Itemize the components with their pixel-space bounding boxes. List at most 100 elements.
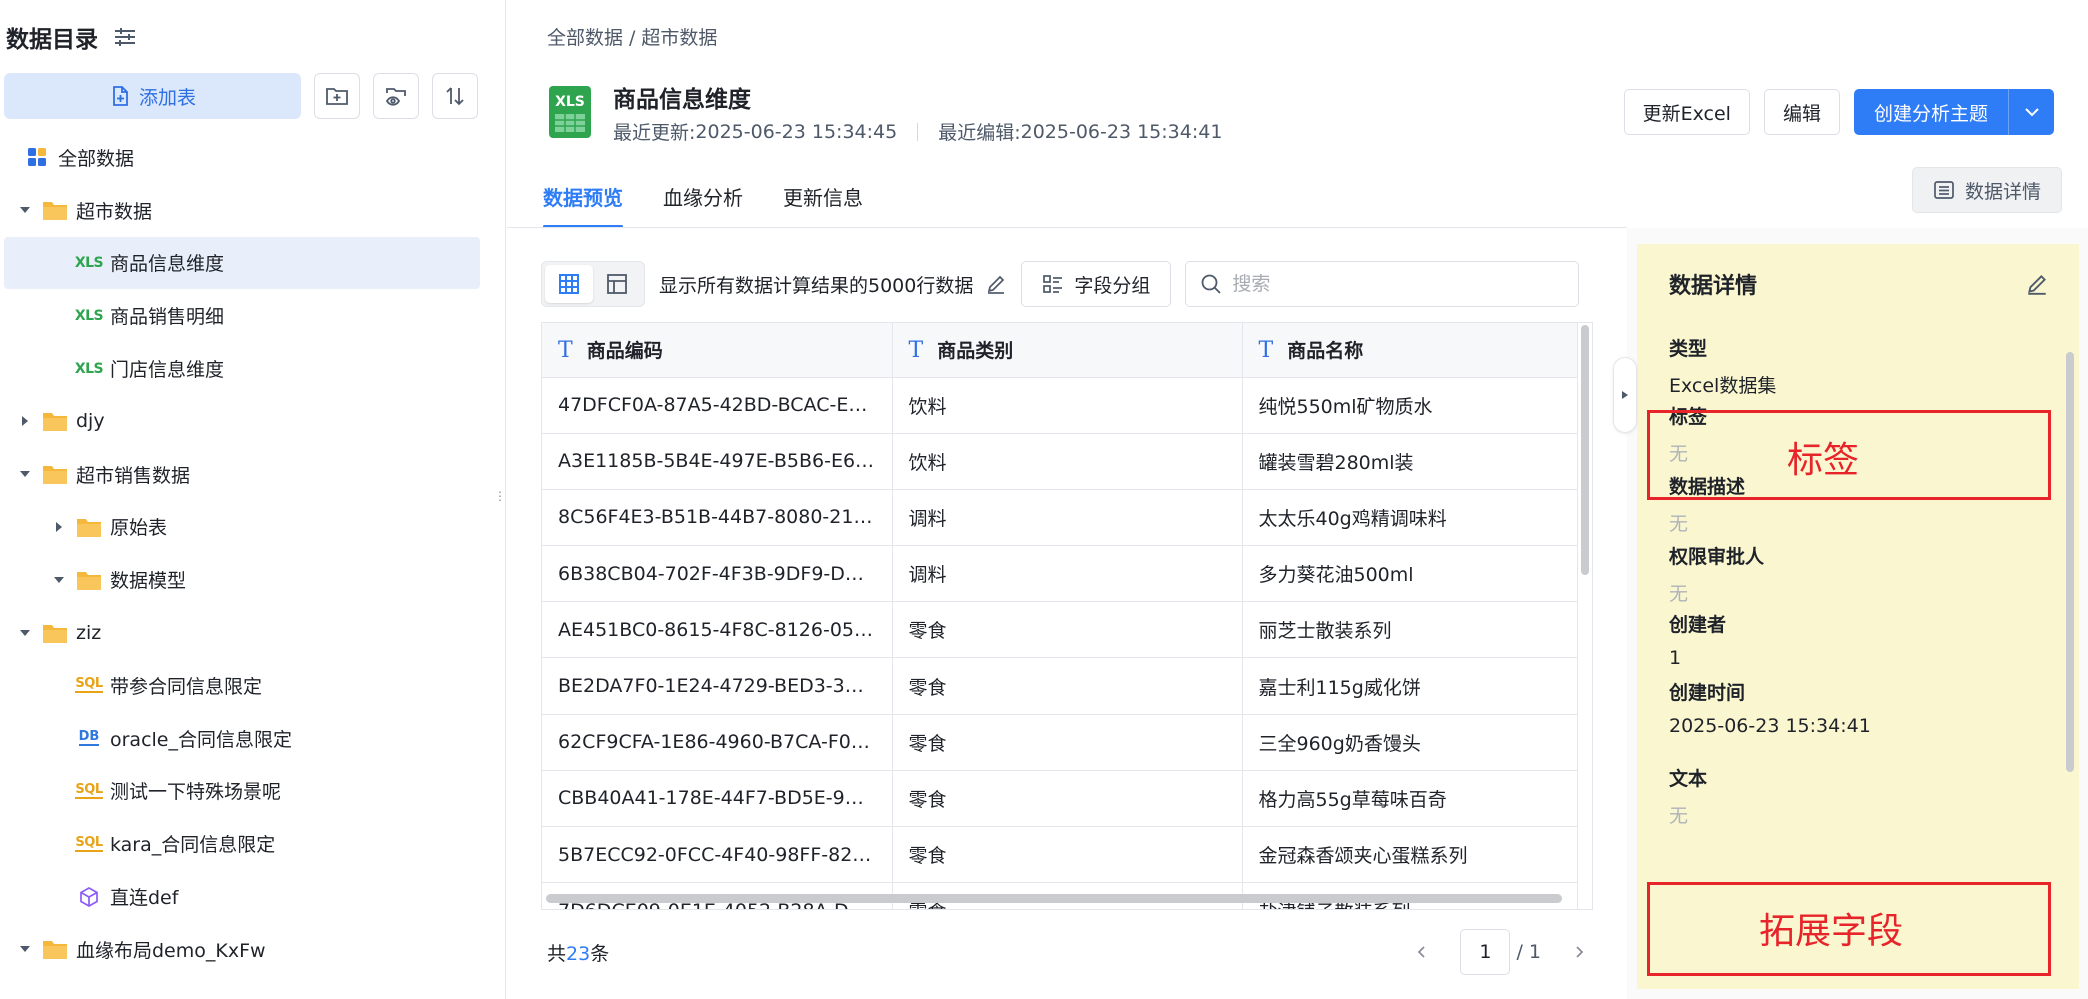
sort-button[interactable] — [432, 73, 478, 119]
sidebar-item-10[interactable]: SQL 带参合同信息限定 — [4, 659, 480, 712]
detail-title: 数据详情 — [1669, 274, 1758, 299]
sidebar-item-8[interactable]: 数据模型 — [4, 553, 480, 606]
table-cell: AE451BC0-8615-4F8C-8126-05E… — [542, 601, 893, 659]
next-page-button[interactable] — [1565, 938, 1593, 966]
add-table-label: 添加表 — [138, 86, 196, 109]
table-cell: 零食 — [892, 714, 1243, 771]
column-header-label: 商品编码 — [586, 340, 663, 363]
column-header-label: 商品类别 — [937, 340, 1014, 363]
list-detail-icon — [1934, 181, 1954, 199]
grid-view-button[interactable] — [545, 265, 593, 303]
caret-right-icon[interactable] — [52, 520, 66, 534]
sidebar-item-1[interactable]: 超市数据 — [4, 184, 480, 237]
caret-down-icon[interactable] — [18, 942, 32, 956]
caret-down-icon[interactable] — [18, 626, 32, 640]
edit-button[interactable]: 编辑 — [1763, 89, 1840, 135]
detail-collapse-handle[interactable] — [1613, 357, 1637, 433]
table-row[interactable]: BE2DA7F0-1E24-4729-BED3-3C… 零食 嘉士利115g威化饼 — [542, 657, 1578, 715]
column-header[interactable]: T 商品编码 — [542, 323, 893, 378]
column-header[interactable]: T 商品类别 — [892, 323, 1243, 378]
table-row[interactable]: AE451BC0-8615-4F8C-8126-05E… 零食 丽芝士散装系列 — [542, 601, 1578, 659]
sidebar-item-9[interactable]: ziz — [4, 606, 480, 659]
table-row[interactable]: 6B38CB04-702F-4F3B-9DF9-DD… 调料 多力葵花油500ml — [542, 545, 1578, 603]
caret-down-icon[interactable] — [52, 573, 66, 587]
sidebar-item-label: 测试一下特殊场景呢 — [110, 781, 282, 804]
search-icon — [1201, 274, 1222, 294]
sidebar-item-12[interactable]: SQL 测试一下特殊场景呢 — [4, 765, 480, 818]
prev-page-button[interactable] — [1408, 938, 1436, 966]
tab-0[interactable]: 数据预览 — [543, 176, 623, 228]
column-header[interactable]: T 商品名称 — [1242, 323, 1578, 378]
table-row[interactable]: 8C56F4E3-B51B-44B7-8080-21E… 调料 太太乐40g鸡精调味… — [542, 489, 1578, 547]
resize-handle[interactable]: ⋮ — [494, 490, 506, 511]
sidebar-item-label: ziz — [76, 621, 102, 644]
caret-down-icon[interactable] — [18, 203, 32, 217]
layout-view-button[interactable] — [593, 265, 641, 303]
detail-field-label: 创建者 — [1669, 614, 1727, 636]
update-excel-button[interactable]: 更新Excel — [1623, 89, 1750, 135]
sidebar-item-label: djy — [76, 410, 105, 433]
table-cell: 8C56F4E3-B51B-44B7-8080-21E… — [542, 489, 893, 547]
last-edit-value: 2025-06-23 15:34:41 — [1020, 120, 1223, 143]
field-group-button[interactable]: 字段分组 — [1021, 261, 1172, 307]
main-content: 全部数据 / 超市数据 XLS 商品信息维度 最近更新: 2025-06-23 15… — [507, 0, 2088, 999]
detail-panel-body: 数据详情 类型 Excel数据集 标签无数据描述无权限审批人无创建者 1 创建时间 202… — [1637, 244, 2079, 989]
sidebar-item-13[interactable]: SQL kara_合同信息限定 — [4, 817, 480, 870]
data-details-button[interactable]: 数据详情 — [1911, 167, 2062, 213]
filter-settings-icon[interactable] — [112, 24, 138, 50]
sidebar-item-6[interactable]: 超市销售数据 — [4, 448, 480, 501]
detail-scrollbar[interactable] — [2066, 352, 2074, 772]
sidebar-item-label: 数据模型 — [110, 570, 187, 593]
detail-panel: 数据详情 类型 Excel数据集 标签无数据描述无权限审批人无创建者 1 创建时间 202… — [1627, 228, 2088, 999]
sidebar-item-7[interactable]: 原始表 — [4, 501, 480, 554]
sidebar-item-11[interactable]: DB oracle_合同信息限定 — [4, 712, 480, 765]
tab-1[interactable]: 血缘分析 — [663, 176, 743, 228]
sidebar-item-3[interactable]: XLS 商品销售明细 — [4, 289, 480, 342]
table-row[interactable]: 47DFCF0A-87A5-42BD-BCAC-E… 饮料 纯悦550ml矿物质水 — [542, 377, 1578, 434]
search-input[interactable] — [1232, 273, 1553, 295]
table-vertical-scrollbar[interactable] — [1581, 325, 1589, 575]
field-group-icon — [1043, 275, 1063, 293]
table-row[interactable]: 62CF9CFA-1E86-4960-B7CA-F0… 零食 三全960g奶香馒头 — [542, 714, 1578, 771]
create-analysis-topic-button[interactable]: 创建分析主题 — [1853, 89, 2008, 135]
add-table-button[interactable]: 添加表 — [4, 73, 301, 119]
new-folder-button[interactable] — [314, 73, 360, 119]
create-topic-dropdown-button[interactable] — [2008, 89, 2054, 135]
table-cell: 饮料 — [892, 377, 1243, 434]
table-cell: 62CF9CFA-1E86-4960-B7CA-F0… — [542, 714, 893, 771]
detail-field-label: 文本 — [1669, 768, 1708, 790]
page-number-input[interactable]: 1 — [1460, 929, 1511, 975]
folder-icon — [42, 622, 68, 644]
tab-2[interactable]: 更新信息 — [783, 176, 863, 228]
sidebar-item-4[interactable]: XLS 门店信息维度 — [4, 342, 480, 395]
cube-icon — [76, 886, 102, 908]
dataset-meta: 最近更新: 2025-06-23 15:34:45 最近编辑: 2025-06-… — [613, 118, 1222, 145]
table-cell: A3E1185B-5B4E-497E-B5B6-E6… — [542, 433, 893, 490]
table-horizontal-scrollbar[interactable] — [546, 894, 1562, 903]
tab-underline — [507, 227, 1627, 228]
detail-edit-icon[interactable] — [2025, 272, 2049, 296]
view-permission-button[interactable] — [373, 73, 419, 119]
dataset-header: XLS 商品信息维度 最近更新: 2025-06-23 15:34:45 最近编… — [545, 80, 1222, 145]
breadcrumb-root[interactable]: 全部数据 — [547, 27, 623, 49]
tab-bar: 数据预览 血缘分析 更新信息 — [543, 176, 903, 228]
table-row[interactable]: A3E1185B-5B4E-497E-B5B6-E6… 饮料 罐装雪碧280ml装 — [542, 433, 1578, 490]
table-row[interactable]: 5B7ECC92-0FCC-4F40-98FF-82… 零食 金冠森香颂夹心蛋糕系列 — [542, 826, 1578, 884]
table-cell: 金冠森香颂夹心蛋糕系列 — [1242, 826, 1578, 884]
xls-file-icon: XLS — [549, 86, 591, 138]
table-cell: 嘉士利115g威化饼 — [1242, 657, 1578, 715]
sidebar-item-15[interactable]: 血缘布局demo_KxFw — [4, 923, 480, 976]
meta-divider — [917, 122, 919, 141]
sidebar-item-0[interactable]: 全部数据 — [4, 131, 480, 184]
sidebar-item-label: 血缘布局demo_KxFw — [76, 939, 266, 962]
breadcrumb-current[interactable]: 超市数据 — [641, 27, 717, 49]
detail-field: 创建时间 2025-06-23 15:34:41 — [1669, 678, 1871, 737]
caret-down-icon[interactable] — [18, 467, 32, 481]
sidebar-item-5[interactable]: djy — [4, 395, 480, 448]
sidebar-item-2[interactable]: XLS 商品信息维度 — [4, 236, 480, 290]
sidebar-item-14[interactable]: 直连def — [4, 870, 480, 923]
total-number: 23 — [566, 942, 591, 965]
table-row[interactable]: CBB40A41-178E-44F7-BD5E-9E… 零食 格力高55g草莓味百奇 — [542, 770, 1578, 828]
edit-pencil-icon[interactable] — [985, 273, 1007, 295]
caret-right-icon[interactable] — [18, 414, 32, 428]
